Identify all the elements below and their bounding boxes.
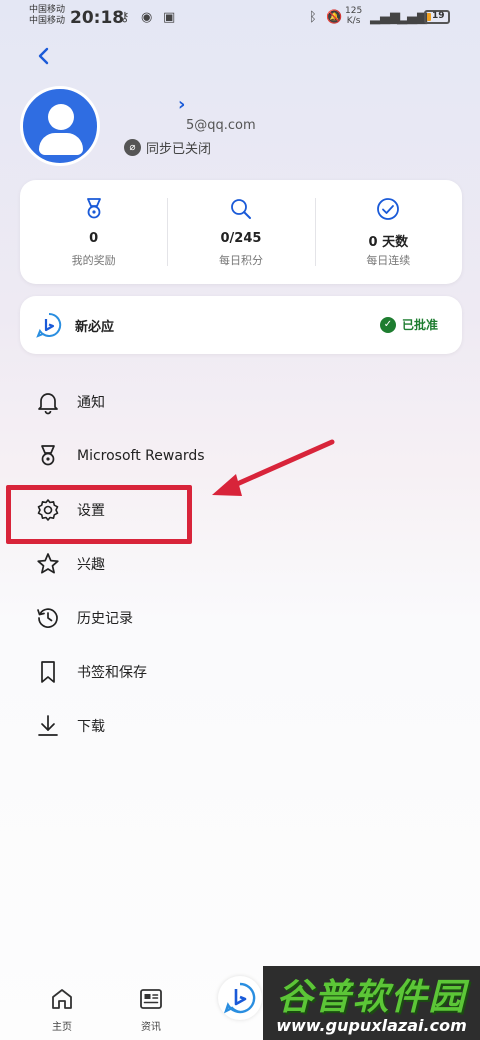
- new-bing-card[interactable]: 新必应 ✓ 已批准: [20, 296, 462, 354]
- bookmark-icon: [41, 661, 55, 683]
- stat-rewards[interactable]: 0 我的奖励: [20, 180, 167, 284]
- status-bar: 中国移动 中国移动 20:18 ⚷ ◉ ▣ ᛒ 🔕 125 K/s ▂▄▆ ▂▄…: [0, 0, 480, 36]
- menu-label-downloads: 下载: [77, 719, 105, 735]
- sync-off-icon: ⌀: [124, 139, 141, 156]
- app-notification-icon: ▣: [163, 10, 176, 25]
- stat-rewards-value: 0: [89, 231, 99, 246]
- menu-item-downloads[interactable]: 下载: [22, 706, 422, 746]
- bluetooth-icon: ᛒ: [309, 10, 317, 25]
- check-icon: ✓: [379, 316, 396, 333]
- stat-daily-points-value: 0/245: [220, 231, 262, 246]
- bell-icon: [38, 393, 58, 415]
- network-speed-unit: K/s: [346, 16, 361, 26]
- nav-home-label: 主页: [52, 1022, 72, 1033]
- back-button[interactable]: [30, 42, 58, 70]
- approved-status: ✓ 已批准: [379, 316, 438, 333]
- history-icon: [37, 608, 58, 628]
- stat-daily-points-label: 每日积分: [218, 254, 263, 267]
- annotation-arrow: [212, 439, 335, 496]
- sync-label: 同步已关闭: [146, 142, 212, 157]
- menu-item-notifications[interactable]: 通知: [22, 382, 422, 422]
- watermark-title: 谷普软件园: [276, 977, 467, 1018]
- nav-news[interactable]: 资讯: [126, 986, 176, 1033]
- stat-daily-streak-value: 0 天数: [368, 235, 409, 250]
- download-icon: [38, 715, 58, 736]
- nav-bing-chat[interactable]: [218, 976, 262, 1020]
- signal-icon-2: ▂▄▆: [397, 10, 427, 25]
- eye-icon: ◉: [141, 10, 153, 25]
- menu-item-bookmarks[interactable]: 书签和保存: [22, 652, 422, 692]
- bing-logo-icon: [223, 982, 256, 1014]
- check-circle-icon: [377, 198, 400, 220]
- news-icon: [140, 989, 162, 1009]
- stat-rewards-label: 我的奖励: [71, 254, 116, 267]
- sync-status[interactable]: ⌀ 同步已关闭: [124, 138, 211, 157]
- approved-label: 已批准: [401, 318, 438, 332]
- account-email: 5@qq.com: [186, 118, 256, 133]
- medal-icon: [86, 198, 101, 219]
- rewards-stats-card: 0 我的奖励 0/245 每日积分 0 天数 每日连续: [20, 180, 462, 284]
- new-bing-title: 新必应: [75, 320, 115, 335]
- menu-label-microsoft-rewards: Microsoft Rewards: [77, 448, 205, 464]
- carrier-1: 中国移动: [29, 5, 66, 15]
- menu-item-history[interactable]: 历史记录: [22, 598, 422, 638]
- signal-icon: ▂▄▆: [370, 10, 400, 25]
- search-icon: [231, 199, 251, 219]
- home-icon: [52, 989, 72, 1009]
- menu-item-interests[interactable]: 兴趣: [22, 544, 422, 584]
- stat-daily-streak-label: 每日连续: [366, 254, 411, 267]
- battery-fill: [427, 13, 431, 21]
- avatar-body: [39, 133, 83, 155]
- profile-chevron-icon[interactable]: ›: [178, 94, 185, 115]
- medal-icon: [41, 445, 55, 466]
- battery-level: 19: [432, 11, 445, 21]
- mute-icon: 🔕: [326, 10, 343, 25]
- menu-label-bookmarks: 书签和保存: [77, 665, 147, 681]
- avatar-head: [48, 104, 74, 130]
- watermark-url: www.gupuxlazai.com: [276, 1016, 467, 1035]
- stat-daily-points[interactable]: 0/245 每日积分: [167, 180, 314, 284]
- network-speed-value: 125: [345, 6, 363, 16]
- carrier-2: 中国移动: [29, 16, 66, 26]
- menu-label-notifications: 通知: [77, 395, 105, 411]
- nav-home[interactable]: 主页: [37, 986, 87, 1033]
- menu-label-interests: 兴趣: [77, 557, 105, 573]
- watermark: 谷普软件园 www.gupuxlazai.com: [263, 966, 480, 1040]
- clock: 20:18: [70, 8, 125, 28]
- chevron-left-icon: [38, 47, 49, 65]
- bing-logo-icon: [36, 312, 62, 338]
- menu-label-history: 历史记录: [77, 611, 133, 627]
- battery-icon: 19: [424, 10, 450, 24]
- nav-news-label: 资讯: [141, 1022, 161, 1033]
- annotation-highlight-box: [6, 485, 192, 544]
- star-icon: [37, 553, 59, 574]
- network-speed: 125 K/s: [345, 6, 362, 26]
- stat-daily-streak[interactable]: 0 天数 每日连续: [314, 180, 462, 284]
- key-icon: ⚷: [120, 10, 130, 25]
- carrier-labels: 中国移动 中国移动: [29, 5, 65, 27]
- avatar[interactable]: [20, 86, 100, 166]
